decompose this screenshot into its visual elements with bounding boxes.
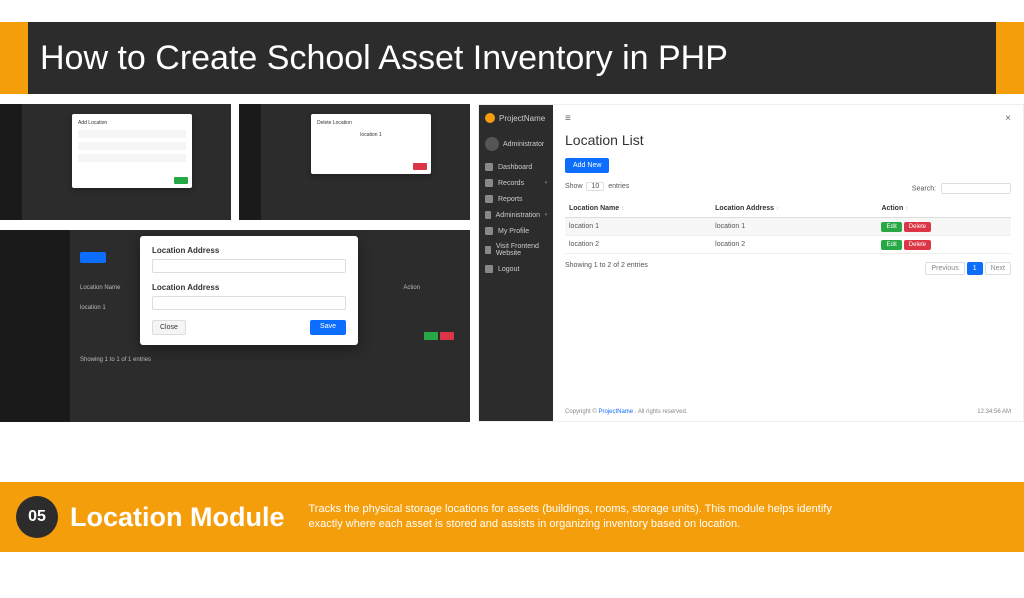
brand: ProjectName bbox=[479, 113, 553, 133]
sidebar-item-label: Records bbox=[498, 180, 524, 187]
sidebar-item-label: Administration bbox=[496, 212, 540, 219]
sidebar-item-logout[interactable]: Logout bbox=[479, 261, 553, 277]
location-address-input-1[interactable] bbox=[152, 259, 346, 273]
page-1-button[interactable]: 1 bbox=[967, 262, 983, 275]
location-address-input-2[interactable] bbox=[152, 296, 346, 310]
col-action: Action ↕ bbox=[877, 200, 1011, 218]
copyright-pre: Copyright © bbox=[565, 409, 597, 415]
close-button[interactable]: Close bbox=[152, 320, 186, 335]
user-label: Administrator bbox=[503, 141, 544, 148]
search-input[interactable] bbox=[941, 183, 1011, 194]
cell-action: EditDelete bbox=[877, 218, 1011, 236]
entries-control: Show 10 entries bbox=[565, 183, 629, 194]
copyright-brand[interactable]: ProjectName bbox=[598, 409, 633, 415]
content-title: Location List bbox=[565, 132, 1011, 148]
save-button[interactable]: Save bbox=[310, 320, 346, 335]
left-column: Add Location Delete Location location 1 bbox=[0, 104, 470, 474]
sidebar-item-dashboard[interactable]: Dashboard bbox=[479, 159, 553, 175]
sidebar-item-label: Dashboard bbox=[498, 164, 532, 171]
close-icon[interactable]: × bbox=[1005, 113, 1011, 124]
main-content: Add Location Delete Location location 1 bbox=[0, 94, 1024, 474]
field-label: Location Address bbox=[152, 283, 346, 292]
timestamp: 12:34:56 AM bbox=[977, 409, 1011, 415]
sort-icon: ↕ bbox=[621, 206, 624, 212]
module-number-badge: 05 bbox=[16, 496, 58, 538]
records-icon bbox=[485, 179, 493, 187]
pagination: Previous 1 Next bbox=[925, 262, 1011, 275]
dashboard-icon bbox=[485, 163, 493, 171]
showing-label: Showing 1 to 2 of 2 entries bbox=[565, 262, 648, 275]
cell-address: location 2 bbox=[711, 236, 877, 254]
show-label: Show bbox=[565, 183, 583, 190]
sidebar-item-label: Visit Frontend Website bbox=[496, 243, 547, 257]
sidebar-item-reports[interactable]: Reports bbox=[479, 191, 553, 207]
copyright-post: . All rights reserved. bbox=[635, 409, 688, 415]
cell-action: EditDelete bbox=[877, 236, 1011, 254]
next-button[interactable]: Next bbox=[985, 262, 1011, 275]
globe-icon bbox=[485, 246, 491, 254]
content-area: ≡ × Location List Add New Show 10 entrie… bbox=[553, 105, 1023, 421]
sidebar-item-records[interactable]: Records ‹ bbox=[479, 175, 553, 191]
reports-icon bbox=[485, 195, 493, 203]
sidebar-item-label: Logout bbox=[498, 266, 519, 273]
edit-button[interactable]: Edit bbox=[881, 240, 901, 250]
hamburger-icon[interactable]: ≡ bbox=[565, 113, 571, 124]
sidebar-item-profile[interactable]: My Profile bbox=[479, 223, 553, 239]
admin-icon bbox=[485, 211, 491, 219]
footer: Copyright © ProjectName . All rights res… bbox=[565, 409, 1011, 415]
cell-name: location 1 bbox=[565, 218, 711, 236]
search-control: Search: bbox=[912, 183, 1011, 194]
delete-button[interactable]: Delete bbox=[904, 240, 931, 250]
add-new-button[interactable]: Add New bbox=[565, 158, 609, 173]
chevron-left-icon: ‹ bbox=[545, 212, 547, 218]
header-bar: How to Create School Asset Inventory in … bbox=[0, 22, 1024, 94]
chevron-left-icon: ‹ bbox=[545, 180, 547, 186]
cell-address: location 1 bbox=[711, 218, 877, 236]
bottom-banner: 05 Location Module Tracks the physical s… bbox=[0, 482, 1024, 552]
prev-button[interactable]: Previous bbox=[925, 262, 964, 275]
brand-icon bbox=[485, 113, 495, 123]
sidebar-item-label: My Profile bbox=[498, 228, 529, 235]
avatar bbox=[485, 137, 499, 151]
col-address[interactable]: Location Address ↕ bbox=[711, 200, 877, 218]
sidebar-item-frontend[interactable]: Visit Frontend Website bbox=[479, 239, 553, 261]
thumbnail-row: Add Location Delete Location location 1 bbox=[0, 104, 470, 220]
search-label: Search: bbox=[912, 185, 936, 192]
thumbnail-add-modal: Add Location bbox=[0, 104, 231, 220]
page-title: How to Create School Asset Inventory in … bbox=[40, 39, 728, 78]
sidebar-item-label: Reports bbox=[498, 196, 523, 203]
edit-modal: Location Address Location Address Close … bbox=[140, 236, 358, 345]
field-label: Location Address bbox=[152, 246, 346, 255]
entries-select[interactable]: 10 bbox=[586, 182, 604, 191]
sidebar-user: Administrator bbox=[479, 133, 553, 159]
table-row: location 2 location 2 EditDelete bbox=[565, 236, 1011, 254]
thumbnail-edit-modal-large: Location Name Action location 1 Showing … bbox=[0, 230, 470, 422]
col-name[interactable]: Location Name ↕ bbox=[565, 200, 711, 218]
location-list-screenshot: ProjectName Administrator Dashboard Reco… bbox=[478, 104, 1024, 422]
sort-icon: ↕ bbox=[905, 206, 908, 212]
logout-icon bbox=[485, 265, 493, 273]
thumbnail-delete-modal: Delete Location location 1 bbox=[239, 104, 470, 220]
sidebar: ProjectName Administrator Dashboard Reco… bbox=[479, 105, 553, 421]
brand-label: ProjectName bbox=[499, 114, 545, 123]
edit-button[interactable]: Edit bbox=[881, 222, 901, 232]
module-title: Location Module bbox=[70, 502, 284, 533]
sort-icon: ↕ bbox=[776, 206, 779, 212]
delete-button[interactable]: Delete bbox=[904, 222, 931, 232]
module-description: Tracks the physical storage locations fo… bbox=[308, 502, 848, 533]
profile-icon bbox=[485, 227, 493, 235]
cell-name: location 2 bbox=[565, 236, 711, 254]
sidebar-item-admin[interactable]: Administration ‹ bbox=[479, 207, 553, 223]
entries-label: entries bbox=[608, 183, 629, 190]
header-inner: How to Create School Asset Inventory in … bbox=[28, 22, 996, 94]
location-table: Location Name ↕ Location Address ↕ Actio… bbox=[565, 200, 1011, 254]
table-row: location 1 location 1 EditDelete bbox=[565, 218, 1011, 236]
